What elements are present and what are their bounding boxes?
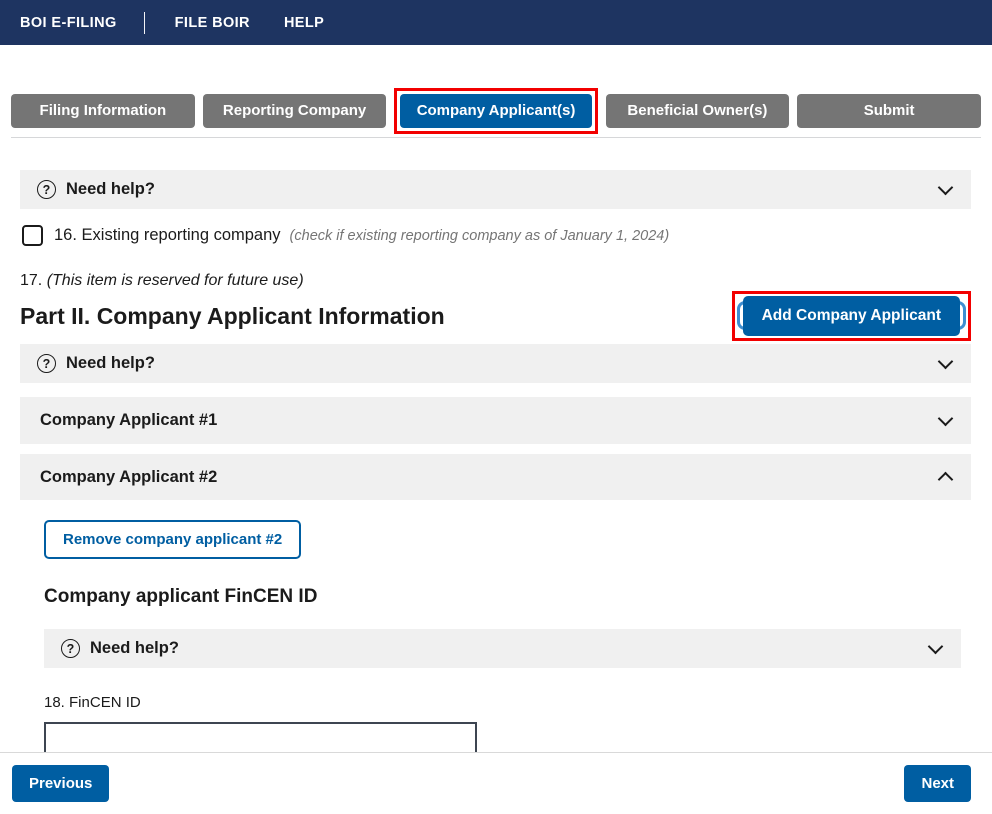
need-help-accordion-fincen[interactable]: ? Need help?: [44, 629, 961, 668]
chevron-up-icon: [938, 472, 954, 488]
accordion-label: Need help?: [66, 354, 155, 373]
item16-label: 16. Existing reporting company: [54, 226, 281, 245]
tab-beneficial-owners[interactable]: Beneficial Owner(s): [606, 94, 790, 128]
tab-company-applicants[interactable]: Company Applicant(s): [400, 94, 591, 128]
nav-link-file-boir[interactable]: FILE BOIR: [175, 15, 250, 31]
accordion-label: Company Applicant #1: [40, 411, 217, 430]
annotation-box-add-button: Add Company Applicant: [732, 291, 971, 341]
add-company-applicant-button[interactable]: Add Company Applicant: [743, 296, 960, 336]
add-button-focus-ring: Add Company Applicant: [737, 301, 966, 330]
item17-reserved-text: (This item is reserved for future use): [47, 272, 304, 289]
chevron-down-icon: [938, 179, 954, 195]
company-applicant-2-accordion[interactable]: Company Applicant #2: [20, 454, 971, 500]
help-circle-icon: ?: [37, 354, 56, 373]
fincen-id-section-heading: Company applicant FinCEN ID: [44, 586, 971, 608]
annotation-box-active-tab: Company Applicant(s): [394, 88, 597, 134]
nav-link-help[interactable]: HELP: [284, 15, 324, 31]
item16-row: 16. Existing reporting company (check if…: [20, 223, 971, 248]
tab-bar-divider: [11, 137, 981, 138]
help-circle-icon: ?: [61, 639, 80, 658]
next-button[interactable]: Next: [904, 765, 971, 802]
chevron-down-icon: [938, 410, 954, 426]
item17-row: 17. (This item is reserved for future us…: [20, 272, 971, 291]
wizard-footer: Previous Next: [0, 752, 992, 814]
need-help-accordion-top[interactable]: ? Need help?: [20, 170, 971, 209]
tab-filing-information[interactable]: Filing Information: [11, 94, 195, 128]
accordion-label: Company Applicant #2: [40, 468, 217, 487]
part2-header-row: Part II. Company Applicant Information A…: [20, 291, 971, 341]
fincen-id-field-label: 18. FinCEN ID: [44, 694, 971, 711]
chevron-down-icon: [928, 638, 944, 654]
part2-heading: Part II. Company Applicant Information: [20, 303, 445, 330]
existing-reporting-company-checkbox[interactable]: [22, 225, 43, 246]
top-nav: BOI E-FILING FILE BOIR HELP: [0, 0, 992, 45]
company-applicant-2-panel: Remove company applicant #2 Company appl…: [20, 500, 971, 762]
need-help-accordion-part2[interactable]: ? Need help?: [20, 344, 971, 383]
company-applicant-1-accordion[interactable]: Company Applicant #1: [20, 397, 971, 444]
help-circle-icon: ?: [37, 180, 56, 199]
remove-company-applicant-2-button[interactable]: Remove company applicant #2: [44, 520, 301, 559]
item17-number: 17.: [20, 272, 47, 289]
tab-reporting-company[interactable]: Reporting Company: [203, 94, 387, 128]
nav-divider: [144, 12, 145, 34]
accordion-label: Need help?: [66, 180, 155, 199]
previous-button[interactable]: Previous: [12, 765, 109, 802]
step-tab-bar: Filing Information Reporting Company Com…: [11, 86, 981, 135]
main-content: ? Need help? 16. Existing reporting comp…: [0, 170, 992, 762]
accordion-label: Need help?: [90, 639, 179, 658]
tab-submit[interactable]: Submit: [797, 94, 981, 128]
item16-hint: (check if existing reporting company as …: [290, 228, 670, 244]
brand-link[interactable]: BOI E-FILING: [20, 15, 117, 31]
chevron-down-icon: [938, 353, 954, 369]
